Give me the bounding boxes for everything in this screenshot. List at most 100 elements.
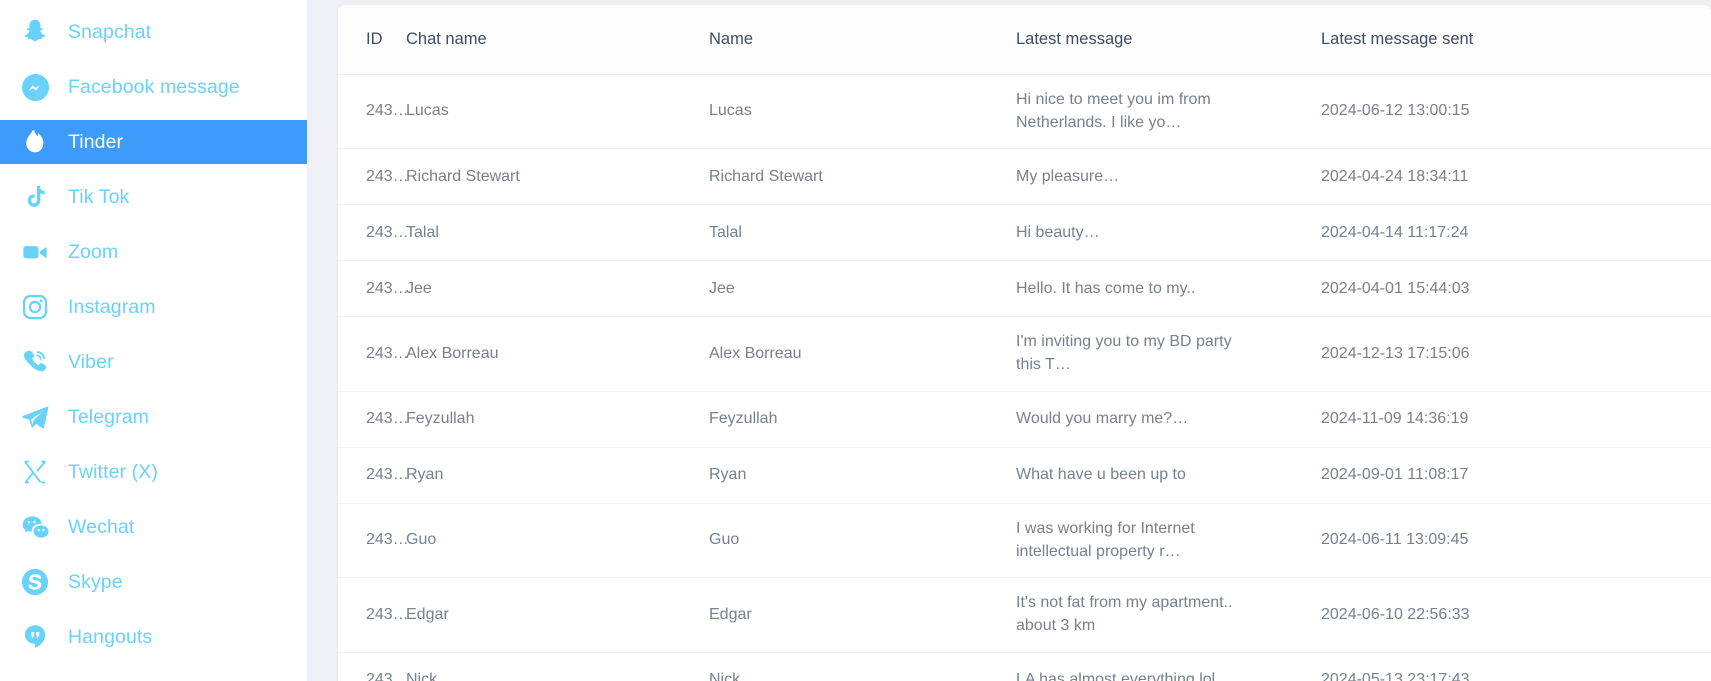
cell-name: Lucas	[709, 74, 1016, 150]
cell-id: 243…	[338, 148, 409, 206]
cell-chat-name: Ryan	[406, 447, 709, 504]
table-row[interactable]: 243… Nick Nick LA has almost everything lol…	[338, 652, 1711, 681]
cell-name: Edgar	[709, 577, 1016, 653]
column-header-id[interactable]: ID	[338, 5, 406, 75]
cell-id: 243…	[338, 316, 409, 392]
cell-latest-message: Hi nice to meet you im from Netherlands.…	[1016, 74, 1321, 150]
sidebar-item-facebook-message[interactable]: Facebook message	[0, 65, 307, 109]
cell-latest-message-sent: 2024-06-10 22:56:33	[1321, 577, 1711, 653]
sidebar-item-wechat[interactable]: Wechat	[0, 505, 307, 549]
telegram-icon	[20, 402, 50, 432]
chats-table: ID Chat name Name Latest message Latest …	[338, 5, 1711, 681]
cell-name: Nick	[709, 652, 1016, 681]
sidebar-item-label: Twitter (X)	[68, 460, 158, 483]
sidebar-item-label: Skype	[68, 570, 123, 593]
cell-name: Talal	[709, 204, 1016, 262]
snapchat-icon	[20, 17, 50, 47]
twitter-x-icon	[20, 457, 50, 487]
table-row[interactable]: 243… Alex Borreau Alex Borreau I'm inviting…	[338, 316, 1711, 392]
column-header-chat-name[interactable]: Chat name	[406, 5, 709, 75]
sidebar-item-label: Hangouts	[68, 625, 153, 648]
cell-id: 243…	[338, 503, 409, 579]
cell-name: Alex Borreau	[709, 316, 1016, 392]
column-header-latest-message-sent[interactable]: Latest message sent	[1321, 5, 1711, 75]
cell-chat-name: Jee	[406, 260, 709, 318]
wechat-icon	[20, 512, 50, 542]
table-row[interactable]: 243… Guo Guo I was working for Internet int…	[338, 503, 1711, 579]
cell-chat-name: Lucas	[406, 74, 709, 150]
cell-latest-message: It's not fat from my apartment.. about 3…	[1016, 577, 1321, 653]
table-body: 243… Lucas Lucas Hi nice to meet you im fro…	[338, 74, 1711, 681]
cell-chat-name: Guo	[406, 503, 709, 579]
table-row[interactable]: 243… Lucas Lucas Hi nice to meet you im fro…	[338, 74, 1711, 150]
messenger-icon	[20, 72, 50, 102]
cell-id: 243…	[338, 74, 409, 150]
cell-name: Richard Stewart	[709, 148, 1016, 206]
cell-id: 243…	[338, 204, 409, 262]
cell-latest-message: Would you marry me?…	[1016, 391, 1321, 448]
sidebar-item-telegram[interactable]: Telegram	[0, 395, 307, 439]
cell-name: Jee	[709, 260, 1016, 318]
cell-latest-message: My pleasure…	[1016, 148, 1321, 206]
cell-chat-name: Nick	[406, 652, 709, 681]
sidebar-item-hangouts[interactable]: Hangouts	[0, 615, 307, 659]
cell-name: Ryan	[709, 447, 1016, 504]
table-row[interactable]: 243… Feyzullah Feyzullah Would you marry me…	[338, 391, 1711, 448]
cell-latest-message-sent: 2024-04-01 15:44:03	[1321, 260, 1711, 318]
cell-latest-message: What have u been up to	[1016, 447, 1321, 504]
zoom-icon	[20, 237, 50, 267]
cell-chat-name: Edgar	[406, 577, 709, 653]
sidebar-item-skype[interactable]: Skype	[0, 560, 307, 604]
cell-id: 243…	[338, 652, 409, 681]
sidebar-item-twitter-x[interactable]: Twitter (X)	[0, 450, 307, 494]
tinder-icon	[20, 127, 50, 157]
sidebar-item-label: Facebook message	[68, 75, 240, 98]
cell-id: 243…	[338, 260, 409, 318]
table-row[interactable]: 243… Ryan Ryan What have u been up to 2024-0…	[338, 447, 1711, 504]
cell-chat-name: Alex Borreau	[406, 316, 709, 392]
app-root: Snapchat Facebook message Tinder Tik Tok Zoo…	[0, 0, 1711, 681]
skype-icon	[20, 567, 50, 597]
sidebar-item-label: Tinder	[68, 130, 124, 153]
sidebar-item-label: Zoom	[68, 240, 119, 263]
cell-latest-message-sent: 2024-04-24 18:34:11	[1321, 148, 1711, 206]
cell-latest-message-sent: 2024-06-11 13:09:45	[1321, 503, 1711, 579]
sidebar-item-label: Viber	[68, 350, 114, 373]
sidebar-item-label: Wechat	[68, 515, 135, 538]
table-row[interactable]: 243… Richard Stewart Richard Stewart My ple…	[338, 148, 1711, 206]
sidebar-item-snapchat[interactable]: Snapchat	[0, 10, 307, 54]
cell-latest-message-sent: 2024-04-14 11:17:24	[1321, 204, 1711, 262]
sidebar-item-zoom[interactable]: Zoom	[0, 230, 307, 274]
cell-latest-message: Hello. It has come to my..	[1016, 260, 1321, 318]
sidebar-item-tik-tok[interactable]: Tik Tok	[0, 175, 307, 219]
cell-latest-message: LA has almost everything lol	[1016, 652, 1321, 681]
cell-chat-name: Talal	[406, 204, 709, 262]
cell-latest-message-sent: 2024-06-12 13:00:15	[1321, 74, 1711, 150]
table-row[interactable]: 243… Edgar Edgar It's not fat from my apart…	[338, 577, 1711, 653]
column-header-name[interactable]: Name	[709, 5, 1016, 75]
sidebar-item-label: Telegram	[68, 405, 149, 428]
sidebar-item-tinder[interactable]: Tinder	[0, 120, 307, 164]
tiktok-icon	[20, 182, 50, 212]
sidebar-item-viber[interactable]: Viber	[0, 340, 307, 384]
column-header-latest-message[interactable]: Latest message	[1016, 5, 1321, 75]
cell-id: 243…	[338, 577, 409, 653]
table-header: ID Chat name Name Latest message Latest …	[338, 5, 1711, 75]
cell-latest-message: I was working for Internet intellectual …	[1016, 503, 1321, 579]
sidebar-item-label: Instagram	[68, 295, 156, 318]
table-header-row: ID Chat name Name Latest message Latest …	[338, 5, 1711, 75]
table-row[interactable]: 243… Jee Jee Hello. It has come to my.. 2024…	[338, 260, 1711, 318]
cell-chat-name: Feyzullah	[406, 391, 709, 448]
cell-latest-message-sent: 2024-12-13 17:15:06	[1321, 316, 1711, 392]
cell-name: Guo	[709, 503, 1016, 579]
instagram-icon	[20, 292, 50, 322]
sidebar-item-label: Snapchat	[68, 20, 152, 43]
hangouts-icon	[20, 622, 50, 652]
chats-table-card: ID Chat name Name Latest message Latest …	[338, 5, 1711, 681]
cell-latest-message: Hi beauty…	[1016, 204, 1321, 262]
sidebar-item-instagram[interactable]: Instagram	[0, 285, 307, 329]
cell-latest-message-sent: 2024-09-01 11:08:17	[1321, 447, 1711, 504]
cell-latest-message-sent: 2024-05-13 23:17:43	[1321, 652, 1711, 681]
table-row[interactable]: 243… Talal Talal Hi beauty… 2024-04-14 11:17…	[338, 204, 1711, 262]
cell-name: Feyzullah	[709, 391, 1016, 448]
